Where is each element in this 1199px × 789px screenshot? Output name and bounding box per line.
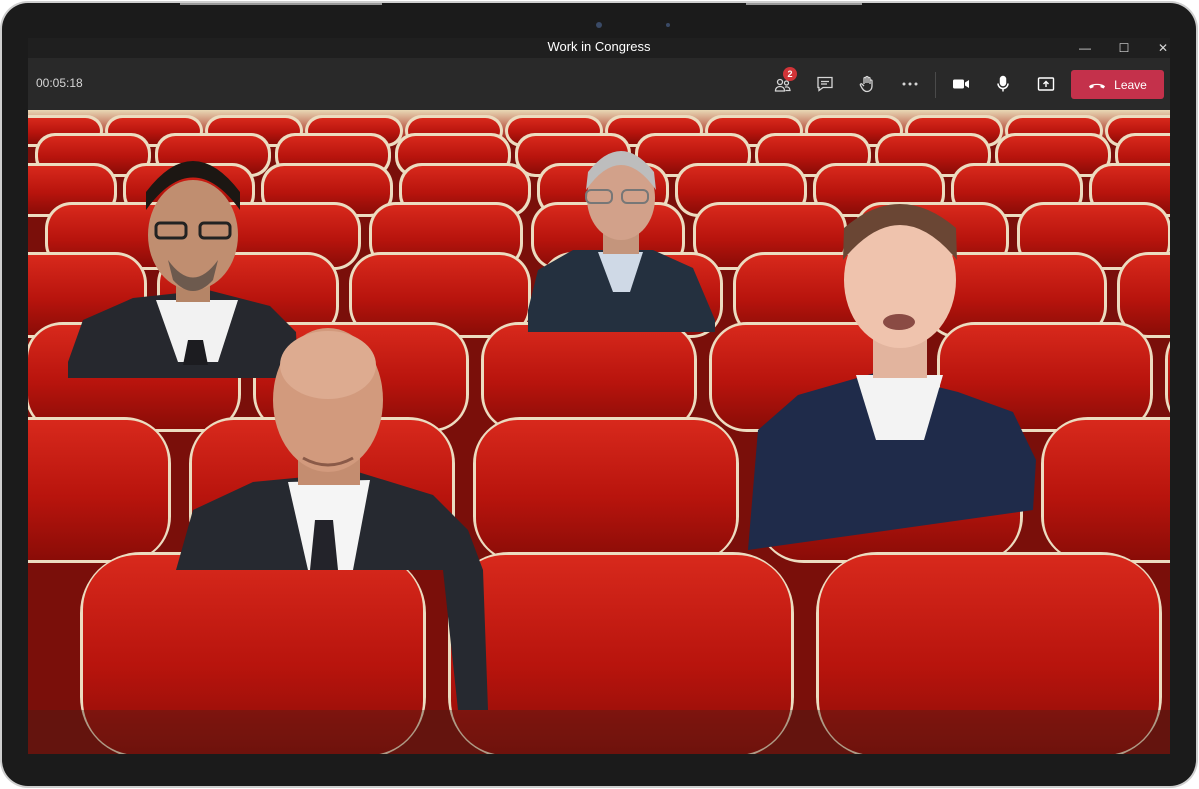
leave-label: Leave — [1114, 77, 1147, 92]
raise-hand-button[interactable] — [853, 70, 881, 98]
meeting-toolbar: 00:05:18 2 Leave — [28, 58, 1170, 110]
device-edge-left — [180, 3, 382, 5]
share-screen-button[interactable] — [1032, 70, 1060, 98]
device-edge-right — [746, 3, 862, 5]
participants-button[interactable]: 2 — [769, 67, 797, 98]
hand-icon — [859, 75, 873, 93]
meeting-window: Work in Congress ― ☐ ✕ 00:05:18 2 Leave — [28, 38, 1170, 754]
together-mode-stage — [28, 110, 1170, 754]
minimize-icon[interactable]: ― — [1070, 38, 1100, 58]
front-camera — [596, 22, 602, 28]
seat-back — [1044, 420, 1170, 560]
more-options-button[interactable] — [896, 70, 924, 98]
leave-button[interactable]: Leave — [1071, 70, 1164, 99]
toolbar-divider — [935, 72, 936, 98]
window-title: Work in Congress — [547, 39, 651, 54]
auditorium-scene — [28, 110, 1170, 754]
more-icon — [902, 82, 918, 86]
microphone-icon — [997, 75, 1009, 92]
title-bar: Work in Congress ― ☐ ✕ — [28, 38, 1170, 58]
participants-badge: 2 — [783, 67, 797, 81]
seat-back — [484, 325, 694, 429]
video-camera-icon — [953, 79, 969, 89]
seat-back — [476, 420, 736, 560]
phone-hangup-icon — [1089, 83, 1106, 88]
camera-sensor — [666, 23, 670, 27]
seat-back — [28, 420, 168, 560]
chat-icon — [817, 76, 833, 92]
floor-shadow — [28, 710, 1170, 754]
chat-button[interactable] — [811, 70, 839, 98]
seat-back — [1120, 255, 1170, 335]
maximize-icon[interactable]: ☐ — [1109, 38, 1139, 58]
call-timer: 00:05:18 — [36, 76, 83, 90]
camera-toggle-button[interactable] — [947, 70, 975, 98]
microphone-toggle-button[interactable] — [989, 70, 1017, 98]
share-screen-icon — [1037, 77, 1055, 91]
close-icon[interactable]: ✕ — [1148, 38, 1170, 58]
